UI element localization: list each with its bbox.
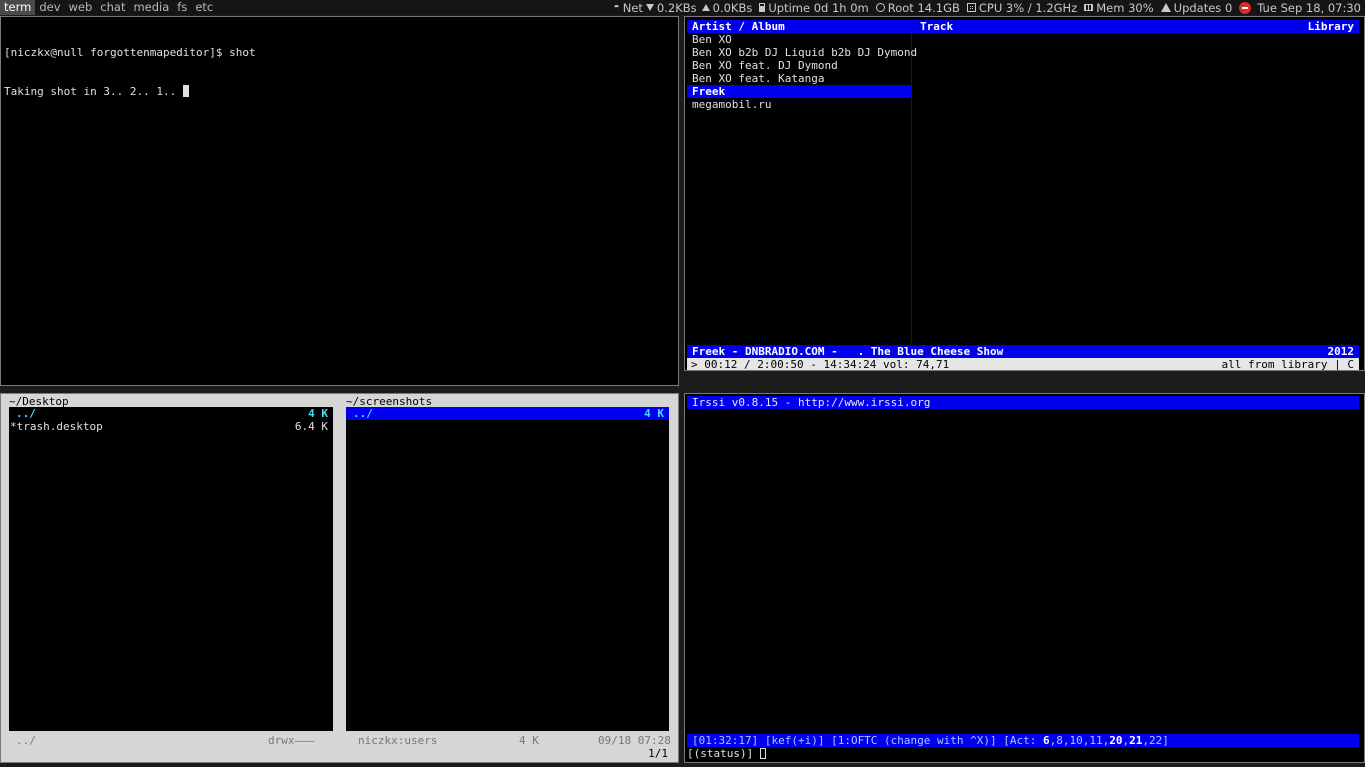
workspace-tag-fs[interactable]: fs (173, 0, 191, 15)
activity-list: 6,8,10,11,20,21,22 (1043, 734, 1162, 747)
activity-window-number: 6 (1043, 734, 1050, 747)
file-row[interactable]: ../ 4 K (346, 407, 669, 420)
terminal-output-text: Taking shot in 3.. 2.. 1.. (4, 85, 183, 98)
upload-arrow-icon (701, 4, 710, 11)
activity-window-number: 21 (1129, 734, 1143, 747)
terminal-command-line: [niczkx@null forgottenmapeditor]$ shot (4, 46, 256, 59)
workspace-tag-chat[interactable]: chat (96, 0, 129, 15)
net-label: Net (622, 0, 643, 15)
cpu-text: CPU 3% / 1.2GHz (978, 0, 1078, 15)
track-header: Track Library (912, 20, 1359, 33)
activity-separator: , (1062, 734, 1070, 747)
status-prefix: [01:32:17] [kef(+i)] [1:OFTC (change wit… (692, 734, 1043, 747)
left-footer-permissions: drwx——— (268, 734, 315, 747)
root-disk-text: Root 14.1GB (887, 0, 960, 15)
activity-window-number: 22 (1149, 734, 1163, 747)
artist-list-item[interactable]: Ben XO (687, 33, 911, 46)
activity-separator: , (1142, 734, 1149, 747)
now-playing-title: Freek - DNBRADIO.COM - . The Blue Cheese… (692, 345, 1004, 358)
cpu-icon (966, 3, 976, 12)
play-mode: all from library | C (1221, 358, 1354, 371)
playback-position: > 00:12 / 2:00:50 - 14:34:24 vol: 74,71 (691, 358, 950, 371)
net-down-rate: 0.2KBs (656, 0, 697, 15)
workspace-tags: term dev web chat media fs etc (0, 0, 217, 15)
memory-icon (1084, 4, 1094, 11)
file-size: 4 K (644, 407, 664, 420)
artist-album-header: Artist / Album (687, 20, 911, 33)
column-divider (911, 20, 912, 343)
page-indicator: 1/1 (1, 747, 678, 761)
file-name: ../ (353, 407, 373, 420)
left-footer-name: ../ (16, 734, 36, 747)
irssi-status-bar: [01:32:17] [kef(+i)] [1:OFTC (change wit… (687, 734, 1359, 747)
activity-window-number: 11 (1089, 734, 1103, 747)
right-footer-date: 09/18 07:28 (598, 734, 671, 747)
right-file-panel[interactable]: ../ 4 K (346, 407, 669, 731)
workspace-tag-etc[interactable]: etc (191, 0, 217, 15)
now-playing-year: 2012 (1327, 345, 1355, 358)
cmus-music-player[interactable]: Artist / Album Track Library Ben XO Ben X… (684, 16, 1365, 371)
track-header-label: Track (920, 20, 954, 33)
terminal-output-line: Taking shot in 3.. 2.. 1.. (4, 85, 675, 98)
block-icon[interactable] (1239, 1, 1252, 14)
artist-list[interactable]: Ben XO Ben XO b2b DJ Liquid b2b DJ Dymond… (687, 33, 917, 111)
irssi-topic-bar: Irssi v0.8.15 - http://www.irssi.org (687, 396, 1359, 409)
workspace-tag-dev[interactable]: dev (35, 0, 64, 15)
clock-text: Tue Sep 18, 07:30 (1257, 0, 1361, 15)
artist-list-item[interactable]: Ben XO feat. DJ Dymond (687, 59, 911, 72)
input-prompt: [(status)] (687, 747, 760, 760)
irssi-irc-client[interactable]: Irssi v0.8.15 - http://www.irssi.org [01… (684, 393, 1365, 763)
memory-widget: Mem 30% (1084, 0, 1154, 15)
battery-icon (759, 3, 766, 12)
network-widget: Net 0.2KBs 0.0KBs (612, 0, 753, 15)
uptime-widget: Uptime 0d 1h 0m (759, 0, 869, 15)
cpu-widget: CPU 3% / 1.2GHz (966, 0, 1078, 15)
input-cursor (759, 748, 766, 759)
top-status-bar: term dev web chat media fs etc Net 0.2KBs 0.0K… (0, 0, 1365, 15)
playback-status-bar: > 00:12 / 2:00:50 - 14:34:24 vol: 74,71 … (687, 358, 1359, 371)
file-size: 4 K (308, 407, 328, 420)
net-up-rate: 0.0KBs (712, 0, 753, 15)
wifi-icon (612, 5, 620, 12)
artist-list-item[interactable]: Freek (687, 85, 911, 98)
artist-list-item[interactable]: Ben XO b2b DJ Liquid b2b DJ Dymond (687, 46, 917, 59)
activity-window-number: 20 (1109, 734, 1123, 747)
memory-text: Mem 30% (1096, 0, 1154, 15)
file-name: *trash.desktop (10, 420, 103, 433)
disk-icon (875, 3, 885, 12)
workspace-tag-term[interactable]: term (0, 0, 36, 15)
activity-window-number: 8 (1056, 734, 1063, 747)
updates-icon (1160, 3, 1171, 12)
terminal-cursor (182, 85, 189, 97)
uptime-text: Uptime 0d 1h 0m (768, 0, 869, 15)
file-size: 6.4 K (294, 420, 328, 433)
file-row[interactable]: *trash.desktop 6.4 K (9, 420, 333, 433)
clock-widget[interactable]: Tue Sep 18, 07:30 (1257, 1, 1361, 15)
left-file-panel[interactable]: ../ 4 K *trash.desktop 6.4 K (9, 407, 333, 731)
status-suffix: ] (1162, 734, 1169, 747)
activity-window-number: 10 (1069, 734, 1083, 747)
file-row[interactable]: ../ 4 K (9, 407, 333, 420)
updates-widget[interactable]: Updates 0 (1160, 0, 1233, 15)
updates-text: Updates 0 (1173, 0, 1233, 15)
system-widgets: Net 0.2KBs 0.0KBs Uptime 0d 1h 0m Root 1… (606, 0, 1365, 15)
right-footer-owner: niczkx:users (358, 734, 438, 747)
download-arrow-icon (645, 4, 654, 11)
irssi-input-line[interactable]: [(status)] (687, 747, 766, 760)
workspace-tag-media[interactable]: media (129, 0, 173, 15)
now-playing-bar: Freek - DNBRADIO.COM - . The Blue Cheese… (687, 345, 1359, 358)
midnight-commander-window[interactable]: ~/Desktop ~/screenshots ../4 K *trash.des… (0, 393, 679, 763)
workspace-tag-web[interactable]: web (65, 0, 97, 15)
terminal-window[interactable]: [niczkx@null forgottenmapeditor]$ shot T… (0, 16, 679, 386)
right-footer-size: 4 K (519, 734, 539, 747)
file-name: ../ (16, 407, 36, 420)
artist-list-item[interactable]: megamobil.ru (687, 98, 911, 111)
root-disk-widget: Root 14.1GB (875, 0, 960, 15)
artist-list-item[interactable]: Ben XO feat. Katanga (687, 72, 911, 85)
library-header-label: Library (1307, 20, 1354, 33)
